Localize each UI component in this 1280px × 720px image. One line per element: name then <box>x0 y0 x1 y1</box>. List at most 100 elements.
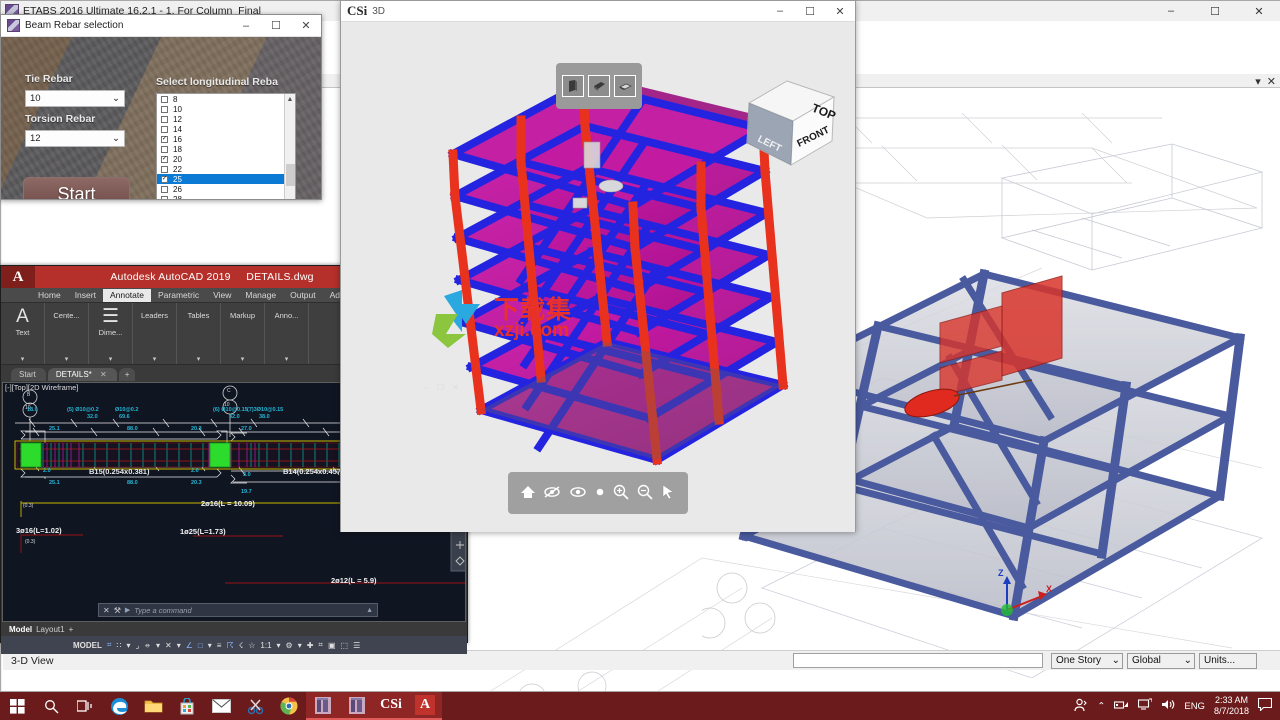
command-input[interactable]: Type a command <box>134 606 191 615</box>
list-item[interactable]: ✓16 <box>157 134 295 144</box>
close-icon[interactable]: ✕ <box>103 606 110 615</box>
zoom-out-icon[interactable] <box>637 484 653 503</box>
checkbox-icon[interactable]: ✓ <box>161 176 168 183</box>
home-icon[interactable] <box>520 484 536 503</box>
ribbon-tab-output[interactable]: Output <box>283 289 323 302</box>
dialog-close-button[interactable]: ✕ <box>291 19 321 32</box>
zoom-in-icon[interactable] <box>613 484 629 503</box>
list-item[interactable]: 10 <box>157 104 295 114</box>
autocad-icon[interactable]: A <box>408 692 442 720</box>
extrude-view-button[interactable] <box>588 75 610 97</box>
checkbox-icon[interactable] <box>161 116 168 123</box>
chevron-down-icon[interactable]: ▾ <box>241 355 245 363</box>
file-explorer-icon[interactable] <box>136 692 170 720</box>
view-cube[interactable]: TOP LEFT FRONT <box>739 77 839 177</box>
iso-dropdown-icon[interactable]: ▾ <box>208 641 212 650</box>
layout-tab-model[interactable]: Model <box>9 625 32 634</box>
isolate-objects-icon[interactable]: ✚ <box>307 641 314 650</box>
checkbox-icon[interactable]: ✓ <box>161 156 168 163</box>
workspace-dropdown-icon[interactable]: ▾ <box>298 641 302 650</box>
ribbon-tab-annotate[interactable]: Annotate <box>103 289 151 302</box>
etabs-2-icon[interactable] <box>340 692 374 720</box>
close-icon[interactable]: ✕ <box>100 370 107 379</box>
chevron-down-icon[interactable]: ▾ <box>153 355 157 363</box>
ribbon-tab-manage[interactable]: Manage <box>238 289 283 302</box>
tools-icon[interactable]: ⚒ <box>114 606 121 615</box>
scale-dropdown-icon[interactable]: ▾ <box>277 641 281 650</box>
chevron-down-icon[interactable]: ▾ <box>21 355 25 363</box>
chevron-down-icon[interactable]: ▾ <box>285 355 289 363</box>
customization-icon[interactable]: ☰ <box>353 641 360 650</box>
ortho-mode-icon[interactable]: ⌟ <box>136 641 140 650</box>
panel-centerline[interactable]: Cente... ▾ <box>45 303 89 364</box>
file-tab-add-button[interactable]: + <box>119 368 136 381</box>
polar-dropdown-icon[interactable]: ▾ <box>156 641 160 650</box>
torsion-rebar-select[interactable]: 12 ⌄ <box>25 130 125 147</box>
dialog-minimize-button[interactable]: – <box>231 20 261 32</box>
csi-minimize-button[interactable]: – <box>765 5 795 17</box>
list-item[interactable]: 28 <box>157 194 295 200</box>
etabs-icon[interactable] <box>306 692 340 720</box>
viewport-minimize-button[interactable]: – <box>424 383 431 392</box>
osnap-dropdown-icon[interactable]: ▾ <box>177 641 181 650</box>
checkbox-icon[interactable]: ✓ <box>161 136 168 143</box>
ribbon-tab-parametric[interactable]: Parametric <box>151 289 206 302</box>
hardware-accel-icon[interactable]: ▣ <box>328 641 336 650</box>
ribbon-tab-insert[interactable]: Insert <box>68 289 103 302</box>
selection-cycling-icon[interactable]: ☇ <box>239 641 244 650</box>
action-center-icon[interactable] <box>1138 698 1152 714</box>
csi-3d-viewport[interactable]: TOP LEFT FRONT <box>341 22 855 532</box>
checkbox-icon[interactable] <box>161 186 168 193</box>
csi-maximize-button[interactable]: ☐ <box>795 5 825 18</box>
list-item-selected[interactable]: ✓25 <box>157 174 295 184</box>
chevron-down-icon[interactable]: ▾ <box>109 355 113 363</box>
mdi-close-button[interactable]: ✕ <box>1267 75 1276 88</box>
list-item[interactable]: ✓20 <box>157 154 295 164</box>
ribbon-tab-home[interactable]: Home <box>31 289 68 302</box>
coordinate-selector[interactable]: Global ⌄ <box>1127 653 1195 669</box>
etabs-minimize-button[interactable]: – <box>1149 1 1193 21</box>
task-view-icon[interactable] <box>68 692 102 720</box>
select-cursor-icon[interactable] <box>660 484 676 503</box>
isometric-draft-icon[interactable]: □ <box>198 641 203 650</box>
file-tab-start[interactable]: Start <box>11 368 46 381</box>
clock[interactable]: 2:33 AM 8/7/2018 <box>1214 695 1249 717</box>
point-icon[interactable] <box>594 486 606 501</box>
panel-leaders[interactable]: Leaders ▾ <box>133 303 177 364</box>
csi-icon[interactable]: CSi <box>374 692 408 720</box>
panel-dimension[interactable]: ☰ Dime... ▾ <box>89 303 133 364</box>
units-button[interactable]: Units... <box>1199 653 1257 669</box>
checkbox-icon[interactable] <box>161 166 168 173</box>
annotation-monitor-icon[interactable]: ☆ <box>248 641 255 650</box>
notification-icon[interactable] <box>1258 698 1272 714</box>
panel-text[interactable]: A Text ▾ <box>1 303 45 364</box>
clean-screen-icon[interactable]: ⬚ <box>341 641 349 650</box>
snap-dropdown-icon[interactable]: ▾ <box>127 641 131 650</box>
polar-tracking-icon[interactable]: ⦵ <box>144 640 151 650</box>
autocad-logo-icon[interactable]: A <box>1 266 35 288</box>
mail-icon[interactable] <box>204 692 238 720</box>
object-snap-icon[interactable]: ✕ <box>165 641 172 650</box>
viewport-close-button[interactable]: ✕ <box>452 383 462 392</box>
snip-tool-icon[interactable] <box>238 692 272 720</box>
start-button[interactable] <box>0 692 34 720</box>
lineweight-icon[interactable]: ≡ <box>217 641 222 650</box>
chevron-down-icon[interactable]: ▾ <box>197 355 201 363</box>
layout-tab-layout1[interactable]: Layout1 <box>36 625 64 634</box>
grid-toggle-icon[interactable]: ⌗ <box>107 640 112 650</box>
layout-tab-add-button[interactable]: + <box>69 625 74 634</box>
autocad-command-line[interactable]: ✕ ⚒ ▶ Type a command ▲ <box>98 603 378 617</box>
ribbon-tab-view[interactable]: View <box>206 289 238 302</box>
checkbox-icon[interactable] <box>161 196 168 201</box>
network-icon[interactable] <box>1114 698 1129 714</box>
snap-mode-icon[interactable]: ∷ <box>116 641 121 650</box>
checkbox-icon[interactable] <box>161 126 168 133</box>
checkbox-icon[interactable] <box>161 96 168 103</box>
mdi-restore-button[interactable]: ▾ <box>1255 75 1261 88</box>
volume-icon[interactable] <box>1161 698 1175 714</box>
viewport-maximize-button[interactable]: ❐ <box>437 383 447 392</box>
graphics-config-icon[interactable]: ⌗ <box>318 640 323 650</box>
list-item[interactable]: 26 <box>157 184 295 194</box>
panel-annotation[interactable]: Anno... ▾ <box>265 303 309 364</box>
scroll-up-icon[interactable]: ▲ <box>285 94 295 105</box>
